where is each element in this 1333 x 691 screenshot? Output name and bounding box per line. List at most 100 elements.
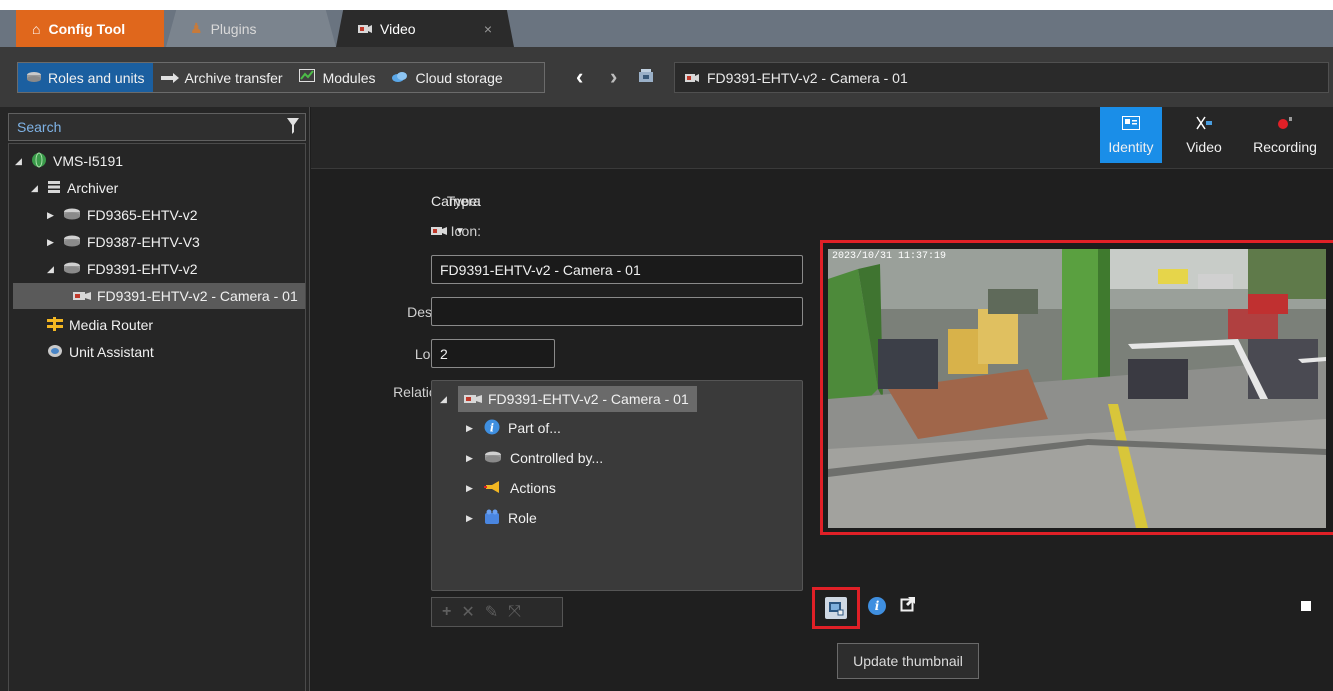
relationship-actions[interactable]: ▶ Actions (466, 475, 556, 501)
name-value: FD9391-EHTV-v2 - Camera - 01 (440, 261, 641, 278)
relationship-role[interactable]: ▶ Role (466, 505, 537, 531)
name-field[interactable]: FD9391-EHTV-v2 - Camera - 01 (431, 255, 803, 284)
tab-video[interactable]: Video × (336, 10, 514, 47)
plugins-icon: ♟ (190, 20, 203, 36)
relationship-label: Actions (510, 480, 556, 496)
tree-node-unit-fd9391[interactable]: ◢ FD9391-EHTV-v2 (47, 256, 197, 282)
relationship-label: Role (508, 510, 537, 526)
expanded-triangle-icon: ◢ (31, 182, 38, 193)
unit-icon (63, 207, 81, 223)
tree-node-label: FD9391-EHTV-v2 (87, 261, 198, 277)
relationship-controlled-by[interactable]: ▶ Controlled by... (466, 445, 603, 471)
tree-node-unit-fd9387[interactable]: ▶ FD9387-EHTV-V3 (47, 229, 200, 255)
relationship-part-of[interactable]: ▶ i Part of... (466, 415, 561, 441)
tree-node-media-router[interactable]: Media Router (47, 312, 153, 338)
icon-picker[interactable]: ▼ (431, 223, 465, 239)
tab-config-tool-label: Config Tool (48, 20, 126, 37)
collapsed-triangle-icon: ▶ (466, 452, 473, 463)
tab-label: Recording (1253, 138, 1317, 155)
tab-config-tool[interactable]: ⌂ Config Tool (16, 10, 164, 47)
history-button[interactable] (638, 68, 656, 84)
camera-icon (464, 391, 482, 407)
chevron-left-icon: ‹ (576, 64, 584, 89)
main-pane: Identity Video Recording Type: Camera Ic… (311, 107, 1333, 691)
task-cloud-storage[interactable]: Cloud storage (383, 63, 510, 92)
collapsed-triangle-icon: ▶ (47, 209, 54, 220)
edit-icon[interactable]: ✎ (485, 602, 498, 622)
task-roles-and-units[interactable]: Roles and units (18, 63, 153, 92)
identity-icon (1122, 115, 1140, 133)
filter-icon[interactable] (287, 118, 299, 137)
svg-text:i: i (490, 421, 494, 434)
relationship-root-item[interactable]: FD9391-EHTV-v2 - Camera - 01 (458, 386, 697, 412)
search-input[interactable] (17, 119, 277, 135)
tab-recording[interactable]: Recording (1245, 107, 1325, 163)
logical-id-field[interactable]: 2 (431, 339, 555, 368)
collapsed-triangle-icon: ▶ (47, 236, 54, 247)
info-icon[interactable]: i (868, 597, 886, 615)
tab-plugins-label: Plugins (210, 20, 257, 37)
link-icon[interactable]: ⤧ (508, 603, 521, 621)
tree-node-label: FD9387-EHTV-V3 (87, 234, 200, 250)
relationship-root-label: FD9391-EHTV-v2 - Camera - 01 (488, 391, 689, 407)
collapsed-triangle-icon: ▶ (466, 512, 473, 523)
camera-icon (358, 21, 372, 37)
camera-thumbnail: 2023/10/31 11:37:19 (828, 249, 1326, 528)
tab-plugins[interactable]: ♟ Plugins (166, 10, 336, 47)
description-field[interactable] (431, 297, 803, 326)
unit-icon (63, 234, 81, 250)
task-group: Roles and units Archive transfer Modules… (17, 62, 545, 93)
external-link-icon[interactable] (900, 596, 916, 617)
actions-megaphone-icon (484, 480, 502, 497)
history-icon (639, 69, 653, 82)
forward-button[interactable]: › (610, 64, 617, 90)
tree-node-unit-fd9365[interactable]: ▶ FD9365-EHTV-v2 (47, 202, 197, 228)
thumbnail-timestamp: 2023/10/31 11:37:19 (832, 251, 947, 262)
relationship-label: Controlled by... (510, 450, 604, 466)
tree-node-camera[interactable]: FD9391-EHTV-v2 - Camera - 01 (13, 283, 305, 309)
camera-icon (685, 70, 699, 86)
tree-node-unit-assistant[interactable]: Unit Assistant (47, 339, 154, 365)
tab-video-label: Video (380, 20, 416, 37)
server-globe-icon (31, 152, 47, 171)
tree-node-label: Archiver (67, 180, 119, 196)
breadcrumb: FD9391-EHTV-v2 - Camera - 01 (674, 62, 1329, 93)
breadcrumb-text: FD9391-EHTV-v2 - Camera - 01 (707, 69, 908, 86)
expanded-triangle-icon: ◢ (47, 263, 54, 274)
recording-icon (1276, 116, 1294, 133)
tree-node-vms[interactable]: ◢ VMS-I5191 (15, 148, 123, 174)
expanded-triangle-icon: ◢ (15, 155, 22, 166)
thumbnail-frame: 2023/10/31 11:37:19 (820, 240, 1333, 535)
unit-icon (484, 450, 502, 466)
update-thumbnail-button[interactable] (812, 587, 860, 629)
archiver-icon (47, 180, 61, 197)
stop-icon[interactable] (1301, 601, 1311, 611)
tree-node-label: VMS-I5191 (53, 153, 124, 169)
back-button[interactable]: ‹ (576, 64, 583, 90)
task-modules[interactable]: Modules (291, 63, 384, 92)
cloud-storage-icon (391, 70, 409, 86)
tab-video[interactable]: Video (1175, 107, 1233, 163)
add-icon[interactable]: + (442, 603, 451, 621)
tab-identity[interactable]: Identity (1100, 107, 1162, 163)
info-icon: i (484, 419, 500, 438)
collapsed-triangle-icon: ▶ (466, 482, 473, 493)
type-value: Camera (431, 193, 481, 209)
camera-icon (431, 223, 447, 239)
close-icon[interactable]: × (484, 21, 492, 37)
task-archive-transfer[interactable]: Archive transfer (153, 63, 291, 92)
task-label: Modules (322, 69, 376, 86)
logical-id-value: 2 (440, 345, 448, 362)
tree-node-archiver[interactable]: ◢ Archiver (31, 175, 118, 201)
relationship-label: Part of... (508, 420, 561, 436)
tooltip: Update thumbnail (837, 643, 979, 679)
unit-assistant-icon (47, 344, 63, 361)
delete-icon[interactable]: ✕ (461, 602, 474, 622)
expanded-triangle-icon: ◢ (440, 393, 447, 404)
relationship-root[interactable]: ◢ FD9391-EHTV-v2 - Camera - 01 (440, 386, 697, 412)
unit-icon (63, 261, 81, 277)
entity-tree: ◢ VMS-I5191 ◢ Archiver ▶ FD9365-EHTV-v2 … (8, 143, 306, 691)
tab-label: Video (1186, 138, 1222, 155)
task-label: Cloud storage (415, 69, 503, 86)
tab-strip: ⌂ Config Tool ♟ Plugins Video × (0, 0, 1333, 47)
